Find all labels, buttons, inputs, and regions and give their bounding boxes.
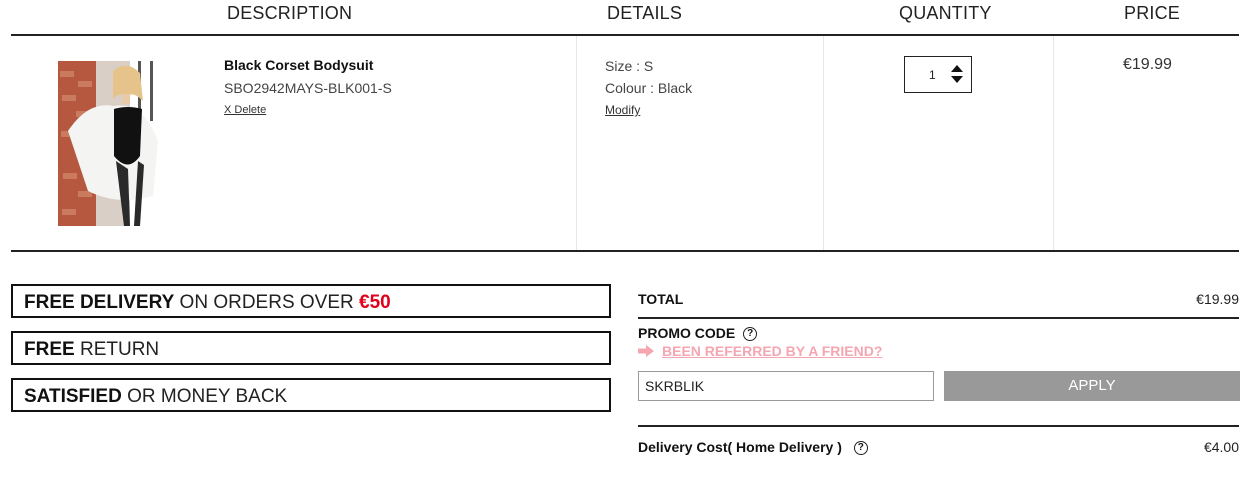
promo-code-label: PROMO CODE	[638, 325, 736, 341]
product-size: Size : S	[605, 58, 654, 74]
delivery-cost-value: €4.00	[1203, 439, 1239, 455]
free-return-banner: FREE RETURN	[11, 331, 611, 365]
header-details: DETAILS	[607, 3, 683, 23]
promo-code-section: PROMO CODE?	[638, 325, 758, 342]
satisfied-bold: SATISFIED	[24, 386, 122, 407]
quantity-stepper[interactable]: 1	[904, 56, 972, 93]
promo-code-input[interactable]	[638, 371, 934, 401]
column-separator	[1053, 36, 1054, 250]
satisfied-text: OR MONEY BACK	[121, 386, 288, 407]
delete-link[interactable]: X Delete	[224, 104, 266, 116]
caret-up-icon[interactable]	[951, 65, 963, 72]
header-price: PRICE	[1124, 3, 1181, 23]
quantity-value[interactable]: 1	[929, 68, 936, 82]
product-image[interactable]	[58, 61, 169, 226]
free-return-text: RETURN	[74, 339, 160, 360]
product-name[interactable]: Black Corset Bodysuit	[224, 57, 373, 73]
delivery-cost-label: Delivery Cost( Home Delivery )	[638, 439, 842, 455]
free-delivery-bold: FREE DELIVERY	[24, 292, 175, 313]
question-circle-icon[interactable]: ?	[853, 441, 868, 456]
caret-down-icon[interactable]	[951, 76, 963, 83]
free-delivery-banner: FREE DELIVERY ON ORDERS OVER €50	[11, 284, 611, 318]
modify-link[interactable]: Modify	[605, 103, 640, 117]
apply-button[interactable]: APPLY	[944, 371, 1240, 401]
delivery-divider	[638, 425, 1239, 427]
product-sku: SBO2942MAYS-BLK001-S	[224, 80, 392, 96]
total-divider	[638, 317, 1239, 319]
header-divider	[11, 34, 1239, 36]
right-arrow-icon	[638, 345, 654, 357]
header-description: DESCRIPTION	[227, 3, 353, 23]
referred-link[interactable]: BEEN REFERRED BY A FRIEND?	[638, 343, 882, 359]
header-quantity: QUANTITY	[899, 3, 992, 23]
column-separator	[576, 36, 577, 250]
column-separator	[823, 36, 824, 250]
free-delivery-amount: €50	[359, 292, 391, 313]
total-value: €19.99	[1196, 291, 1239, 307]
satisfied-banner: SATISFIED OR MONEY BACK	[11, 378, 611, 412]
total-label: TOTAL	[638, 291, 684, 307]
product-colour: Colour : Black	[605, 80, 693, 96]
row-divider	[11, 250, 1239, 252]
question-circle-icon[interactable]: ?	[743, 327, 758, 342]
referred-label[interactable]: BEEN REFERRED BY A FRIEND?	[662, 343, 882, 359]
item-price: €19.99	[1123, 56, 1172, 73]
free-delivery-text: ON ORDERS OVER	[174, 292, 360, 313]
free-return-bold: FREE	[24, 339, 75, 360]
delivery-cost-section: Delivery Cost( Home Delivery )?	[638, 439, 868, 456]
